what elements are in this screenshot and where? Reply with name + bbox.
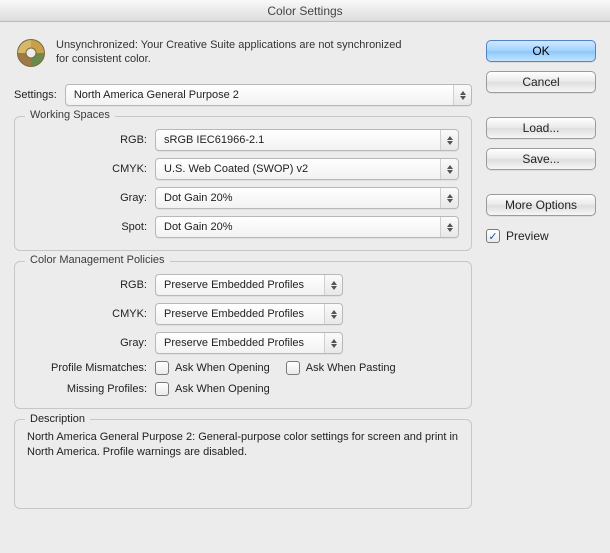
pol-gray-select[interactable]: Preserve Embedded Profiles — [155, 332, 343, 354]
description-text: North America General Purpose 2: General… — [27, 431, 458, 458]
chevron-updown-icon — [440, 159, 458, 179]
mismatch-paste-checkbox[interactable]: ✓ — [286, 361, 300, 375]
profile-mismatches-label: Profile Mismatches: — [27, 362, 147, 374]
working-spaces-legend: Working Spaces — [25, 109, 115, 121]
chevron-updown-icon — [440, 130, 458, 150]
description-legend: Description — [25, 412, 90, 427]
chevron-updown-icon — [324, 333, 342, 353]
cancel-button[interactable]: Cancel — [486, 71, 596, 93]
more-options-button[interactable]: More Options — [486, 194, 596, 216]
pol-rgb-label: RGB: — [27, 279, 147, 291]
chevron-updown-icon — [324, 304, 342, 324]
side-column: OK Cancel Load... Save... More Options ✓… — [486, 34, 596, 509]
policies-legend: Color Management Policies — [25, 254, 170, 266]
pol-gray-label: Gray: — [27, 337, 147, 349]
load-button[interactable]: Load... — [486, 117, 596, 139]
save-button[interactable]: Save... — [486, 148, 596, 170]
working-spaces-group: Working Spaces RGB: sRGB IEC61966-2.1 CM… — [14, 116, 472, 251]
sync-notice-text: Unsynchronized: Your Creative Suite appl… — [56, 38, 416, 68]
mismatch-paste-label: Ask When Pasting — [306, 362, 396, 374]
ws-rgb-select[interactable]: sRGB IEC61966-2.1 — [155, 129, 459, 151]
pol-cmyk-label: CMYK: — [27, 308, 147, 320]
chevron-updown-icon — [440, 188, 458, 208]
ws-spot-select[interactable]: Dot Gain 20% — [155, 216, 459, 238]
settings-label: Settings: — [14, 89, 57, 101]
ok-button[interactable]: OK — [486, 40, 596, 62]
window-body: Unsynchronized: Your Creative Suite appl… — [0, 22, 610, 523]
preview-row: ✓ Preview — [486, 229, 596, 243]
sync-notice: Unsynchronized: Your Creative Suite appl… — [14, 34, 472, 80]
ws-gray-label: Gray: — [27, 192, 147, 204]
missing-open-label: Ask When Opening — [175, 383, 270, 395]
pol-cmyk-select[interactable]: Preserve Embedded Profiles — [155, 303, 343, 325]
pol-rgb-select[interactable]: Preserve Embedded Profiles — [155, 274, 343, 296]
settings-select[interactable]: North America General Purpose 2 — [65, 84, 472, 106]
main-column: Unsynchronized: Your Creative Suite appl… — [14, 34, 472, 509]
chevron-updown-icon — [453, 85, 471, 105]
policies-group: Color Management Policies RGB: Preserve … — [14, 261, 472, 409]
settings-select-value: North America General Purpose 2 — [74, 89, 239, 101]
preview-label: Preview — [506, 229, 549, 243]
missing-profiles-label: Missing Profiles: — [27, 383, 147, 395]
mismatch-open-label: Ask When Opening — [175, 362, 270, 374]
ws-spot-label: Spot: — [27, 221, 147, 233]
unsynchronized-icon — [16, 38, 46, 68]
chevron-updown-icon — [440, 217, 458, 237]
ws-cmyk-label: CMYK: — [27, 163, 147, 175]
missing-open-checkbox[interactable]: ✓ — [155, 382, 169, 396]
ws-rgb-label: RGB: — [27, 134, 147, 146]
preview-checkbox[interactable]: ✓ — [486, 229, 500, 243]
chevron-updown-icon — [324, 275, 342, 295]
mismatch-open-checkbox[interactable]: ✓ — [155, 361, 169, 375]
description-group: Description North America General Purpos… — [14, 419, 472, 509]
window-title: Color Settings — [0, 0, 610, 22]
settings-row: Settings: North America General Purpose … — [14, 84, 472, 106]
ws-cmyk-select[interactable]: U.S. Web Coated (SWOP) v2 — [155, 158, 459, 180]
ws-gray-select[interactable]: Dot Gain 20% — [155, 187, 459, 209]
